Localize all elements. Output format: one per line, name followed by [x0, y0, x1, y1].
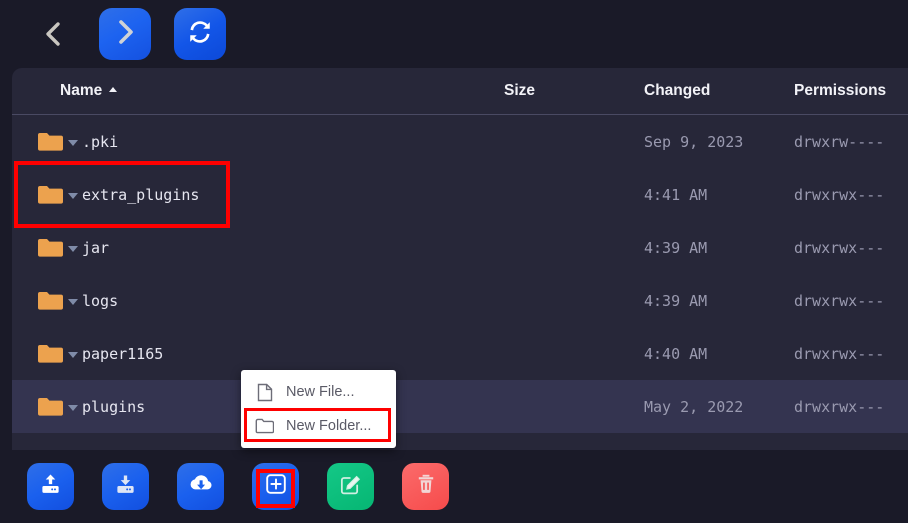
upload-icon [38, 472, 63, 502]
delete-button[interactable] [402, 463, 449, 510]
row-name-label: plugins [82, 397, 146, 416]
row-changed-cell: 4:39 AM [644, 238, 708, 257]
row-name-label: .pki [82, 132, 119, 151]
context-menu-item-new-folder[interactable]: New Folder... [241, 409, 396, 443]
sort-ascending-icon [109, 87, 118, 92]
table-row[interactable]: jar 4:39 AM drwxrwx--- [12, 221, 908, 274]
row-permissions-cell: drwxrwx--- [794, 185, 885, 204]
upload-button[interactable] [27, 463, 74, 510]
row-name-label: logs [82, 291, 119, 310]
table-row[interactable]: paper1165 4:40 AM drwxrwx--- [12, 327, 908, 380]
trash-icon [414, 472, 438, 501]
file-outline-icon [255, 383, 274, 402]
row-changed-cell: 4:41 AM [644, 185, 708, 204]
folder-icon [37, 396, 64, 417]
top-navigation-bar [0, 0, 908, 68]
row-permissions-cell: drwxrwx--- [794, 291, 885, 310]
edit-button[interactable] [327, 463, 374, 510]
folder-icon [37, 237, 64, 258]
table-row[interactable]: extra_plugins 4:41 AM drwxrwx--- [12, 168, 908, 221]
file-manager-window: Name Size Changed Permissions .pki Sep 9… [0, 0, 908, 523]
row-changed-cell: 4:40 AM [644, 344, 708, 363]
chevron-down-icon[interactable] [68, 140, 78, 146]
chevron-down-icon[interactable] [68, 299, 78, 305]
row-name-cell: logs [37, 274, 118, 327]
add-box-icon [264, 472, 288, 501]
chevron-right-icon [115, 18, 135, 51]
cloud-download-button[interactable] [177, 463, 224, 510]
back-button[interactable] [34, 14, 72, 54]
folder-icon [37, 131, 64, 152]
folder-outline-icon [255, 417, 274, 436]
folder-icon [37, 290, 64, 311]
table-row[interactable] [12, 433, 908, 450]
table-row[interactable]: logs 4:39 AM drwxrwx--- [12, 274, 908, 327]
row-changed-cell: May 2, 2022 [644, 397, 744, 416]
row-name-cell: paper1165 [37, 327, 163, 380]
column-header-name[interactable]: Name [60, 82, 118, 100]
context-menu: New File... New Folder... [241, 370, 396, 448]
row-name-cell [37, 433, 82, 450]
column-header-name-label: Name [60, 82, 103, 99]
refresh-button[interactable] [174, 8, 226, 60]
cloud-download-icon [188, 471, 214, 502]
column-header-row: Name Size Changed Permissions [12, 68, 908, 115]
row-permissions-cell: drwxrwx--- [794, 238, 885, 257]
column-header-permissions[interactable]: Permissions [794, 82, 886, 100]
file-rows: .pki Sep 9, 2023 drwxrw---- extra_plugin… [12, 115, 908, 450]
download-icon [113, 472, 138, 502]
folder-icon [37, 343, 64, 364]
chevron-down-icon[interactable] [68, 352, 78, 358]
chevron-down-icon[interactable] [68, 193, 78, 199]
row-name-cell: .pki [37, 115, 118, 168]
forward-button[interactable] [99, 8, 151, 60]
edit-square-icon [338, 472, 363, 502]
row-permissions-cell: drwxrw---- [794, 132, 885, 151]
bottom-toolbar [0, 450, 908, 523]
row-changed-cell: Sep 9, 2023 [644, 132, 744, 151]
row-name-cell: extra_plugins [37, 168, 199, 221]
refresh-icon [187, 19, 213, 50]
row-name-cell: plugins [37, 380, 145, 433]
chevron-left-icon [43, 20, 63, 48]
column-header-changed[interactable]: Changed [644, 82, 710, 100]
context-menu-item-new-folder-label: New Folder... [286, 418, 372, 434]
chevron-down-icon[interactable] [68, 405, 78, 411]
new-button[interactable] [252, 463, 299, 510]
download-button[interactable] [102, 463, 149, 510]
table-row[interactable]: plugins May 2, 2022 drwxrwx--- [12, 380, 908, 433]
row-permissions-cell: drwxrwx--- [794, 397, 885, 416]
chevron-down-icon[interactable] [68, 246, 78, 252]
context-menu-item-new-file-label: New File... [286, 384, 355, 400]
row-name-label: paper1165 [82, 344, 164, 363]
file-list-panel: Name Size Changed Permissions .pki Sep 9… [12, 68, 908, 450]
folder-icon [37, 184, 64, 205]
row-changed-cell: 4:39 AM [644, 291, 708, 310]
row-name-cell: jar [37, 221, 109, 274]
row-name-label: jar [82, 238, 110, 257]
row-name-label: extra_plugins [82, 185, 200, 204]
table-row[interactable]: .pki Sep 9, 2023 drwxrw---- [12, 115, 908, 168]
row-permissions-cell: drwxrwx--- [794, 344, 885, 363]
column-header-size[interactable]: Size [504, 82, 535, 100]
context-menu-item-new-file[interactable]: New File... [241, 375, 396, 409]
